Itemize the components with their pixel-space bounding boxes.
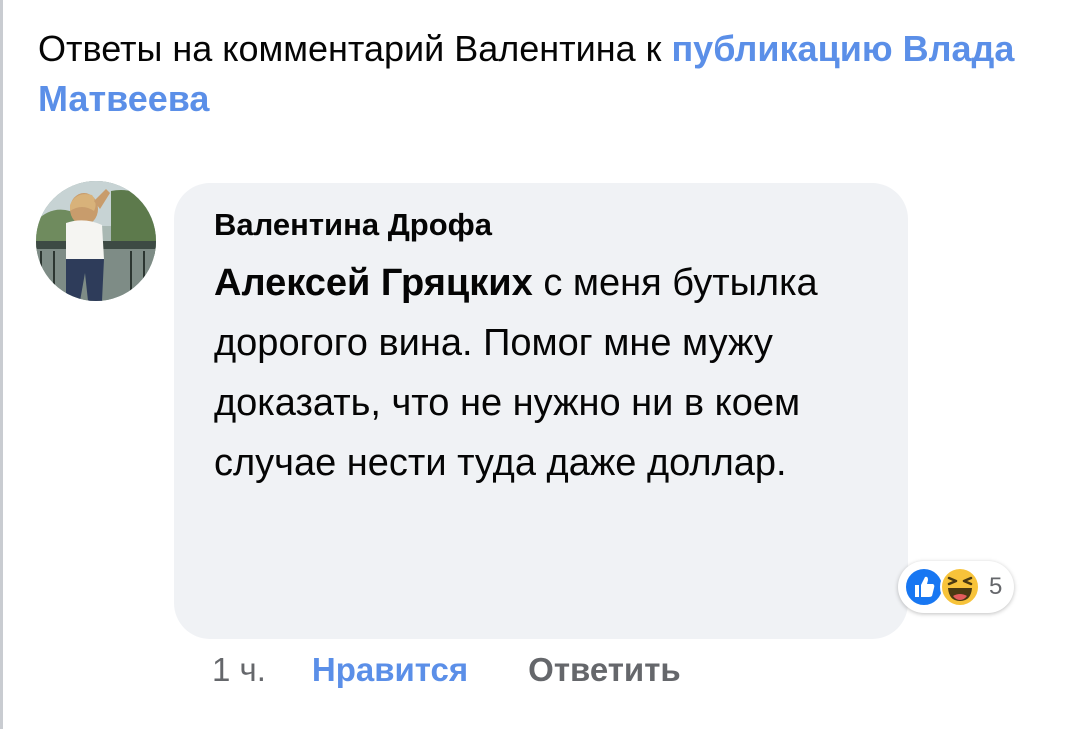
haha-icon (940, 567, 980, 607)
reaction-count: 5 (989, 573, 1003, 600)
comment-body: Алексей Гряцких с меня бутылка дорогого … (214, 253, 848, 493)
replies-header: Ответы на комментарий Валентина к публик… (38, 24, 1048, 124)
like-button[interactable]: Нравится (312, 645, 468, 695)
comment-bubble: Валентина Дрофа Алексей Гряцких с меня б… (174, 183, 908, 639)
comment-timestamp[interactable]: 1 ч. (212, 645, 266, 695)
avatar-photo (36, 181, 156, 301)
comment-author[interactable]: Валентина Дрофа (214, 205, 848, 245)
avatar[interactable] (36, 181, 156, 301)
header-text: Ответы на комментарий Валентина к (38, 28, 672, 69)
reply-button[interactable]: Ответить (528, 645, 681, 695)
mention-link[interactable]: Алексей Гряцких (214, 262, 533, 304)
left-divider (0, 0, 3, 729)
reactions-summary[interactable]: 5 (898, 561, 1015, 613)
comment-actions: 1 ч. Нравится Ответить (212, 645, 681, 695)
